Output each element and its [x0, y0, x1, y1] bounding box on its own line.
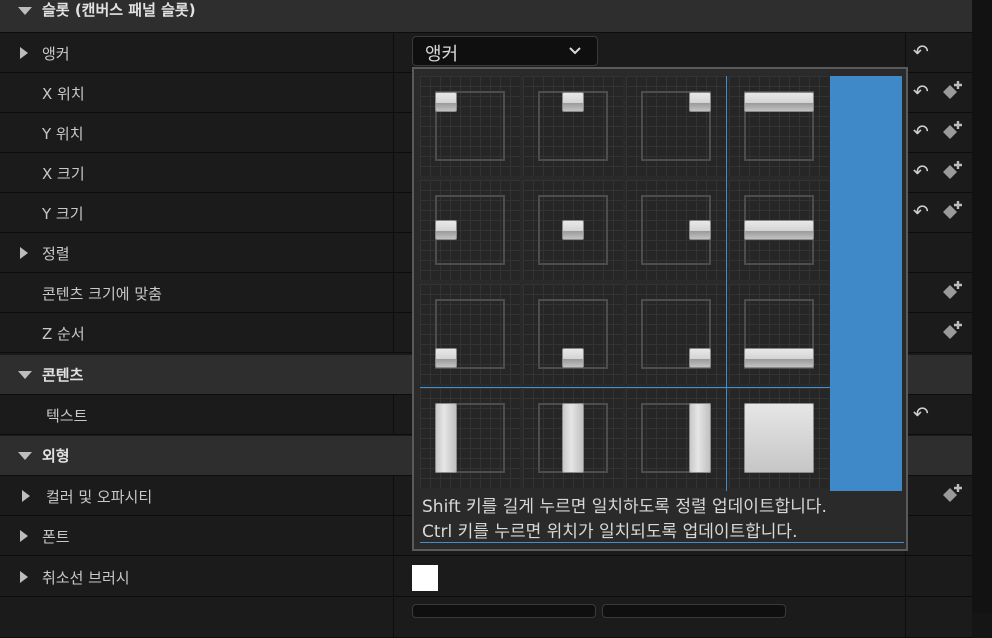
prop-label: Y 위치 [42, 125, 84, 143]
prop-label: 콘텐츠 크기에 맞춤 [42, 285, 162, 303]
prop-label: 앵커 [42, 45, 70, 63]
hint-shift: Shift 키를 길게 누르면 일치하도록 정렬 업데이트합니다. [422, 497, 827, 517]
anchor-top-right[interactable] [626, 76, 726, 176]
prop-label: 텍스트 [46, 407, 88, 425]
anchor-stretch-right[interactable] [626, 388, 726, 488]
anchor-center[interactable] [523, 180, 623, 280]
anchor-bottom-left[interactable] [420, 284, 520, 384]
anchor-stretch-left[interactable] [420, 388, 520, 488]
add-key-icon[interactable] [940, 79, 964, 103]
scrollbar[interactable] [972, 0, 992, 613]
guide-line-horizontal [420, 387, 830, 388]
expand-arrow-icon[interactable] [20, 571, 28, 583]
add-key-icon[interactable] [940, 119, 964, 143]
value-field[interactable] [412, 604, 596, 618]
reset-icon[interactable]: ↶ [910, 201, 932, 223]
anchor-stretch-full[interactable] [729, 388, 829, 488]
anchor-popup: Shift 키를 길게 누르면 일치하도록 정렬 업데이트합니다. Ctrl 키… [412, 67, 908, 551]
anchor-bottom-center[interactable] [523, 284, 623, 384]
color-swatch[interactable] [412, 565, 438, 591]
reset-icon[interactable]: ↶ [910, 81, 932, 103]
anchor-center-left[interactable] [420, 180, 520, 280]
anchor-top-left[interactable] [420, 76, 520, 176]
expand-arrow-icon[interactable] [20, 530, 28, 542]
reset-icon[interactable]: ↶ [910, 121, 932, 143]
anchor-top-center[interactable] [523, 76, 623, 176]
anchor-stretch-center[interactable] [523, 388, 623, 488]
value-field[interactable] [602, 604, 786, 618]
prop-label: X 크기 [42, 165, 85, 183]
guide-line-vertical [726, 76, 727, 491]
reset-icon[interactable]: ↶ [910, 41, 932, 63]
expand-arrow-icon[interactable] [22, 490, 30, 502]
anchor-grid [420, 76, 830, 491]
prop-label: 정렬 [42, 245, 70, 263]
anchor-dropdown[interactable]: 앵커 [412, 36, 598, 66]
collapse-arrow-icon[interactable] [18, 452, 32, 460]
anchor-highlight [830, 76, 902, 491]
add-key-icon[interactable] [940, 319, 964, 343]
hint-divider [420, 542, 904, 543]
collapse-arrow-icon[interactable] [18, 371, 32, 379]
add-key-icon[interactable] [940, 199, 964, 223]
anchor-top-stretch[interactable] [729, 76, 829, 176]
prop-strike-brush: 취소선 브러시 [0, 557, 972, 597]
expand-arrow-icon[interactable] [20, 47, 28, 59]
reset-icon[interactable]: ↶ [910, 403, 932, 425]
expand-arrow-icon[interactable] [20, 247, 28, 259]
anchor-bottom-stretch[interactable] [729, 284, 829, 384]
prop-label: Y 크기 [42, 205, 84, 223]
prop-label: 취소선 브러시 [42, 569, 130, 587]
category-label: 슬롯 (캔버스 패널 슬롯) [42, 1, 196, 19]
chevron-down-icon [569, 47, 581, 55]
prop-label: Z 순서 [42, 325, 85, 343]
prop-label: 폰트 [42, 528, 70, 546]
details-panel: 슬롯 (캔버스 패널 슬롯) 앵커 ↶ X 위치 ↶ Y 위치 ↶ X 크기 ↶… [0, 0, 972, 638]
prop-label: X 위치 [42, 85, 85, 103]
add-key-icon[interactable] [940, 482, 964, 506]
category-slot[interactable]: 슬롯 (캔버스 패널 슬롯) [0, 0, 972, 33]
add-key-icon[interactable] [940, 279, 964, 303]
anchor-center-stretch[interactable] [729, 180, 829, 280]
category-label: 콘텐츠 [42, 366, 84, 384]
collapse-arrow-icon[interactable] [18, 7, 32, 15]
anchor-center-right[interactable] [626, 180, 726, 280]
category-label: 외형 [42, 447, 70, 465]
add-key-icon[interactable] [940, 159, 964, 183]
dropdown-value: 앵커 [425, 44, 459, 65]
hint-ctrl: Ctrl 키를 누르면 위치가 일치되도록 업데이트합니다. [422, 522, 798, 542]
anchor-bottom-right[interactable] [626, 284, 726, 384]
prop-label: 컬러 및 오파시티 [46, 488, 153, 506]
reset-icon[interactable]: ↶ [910, 161, 932, 183]
